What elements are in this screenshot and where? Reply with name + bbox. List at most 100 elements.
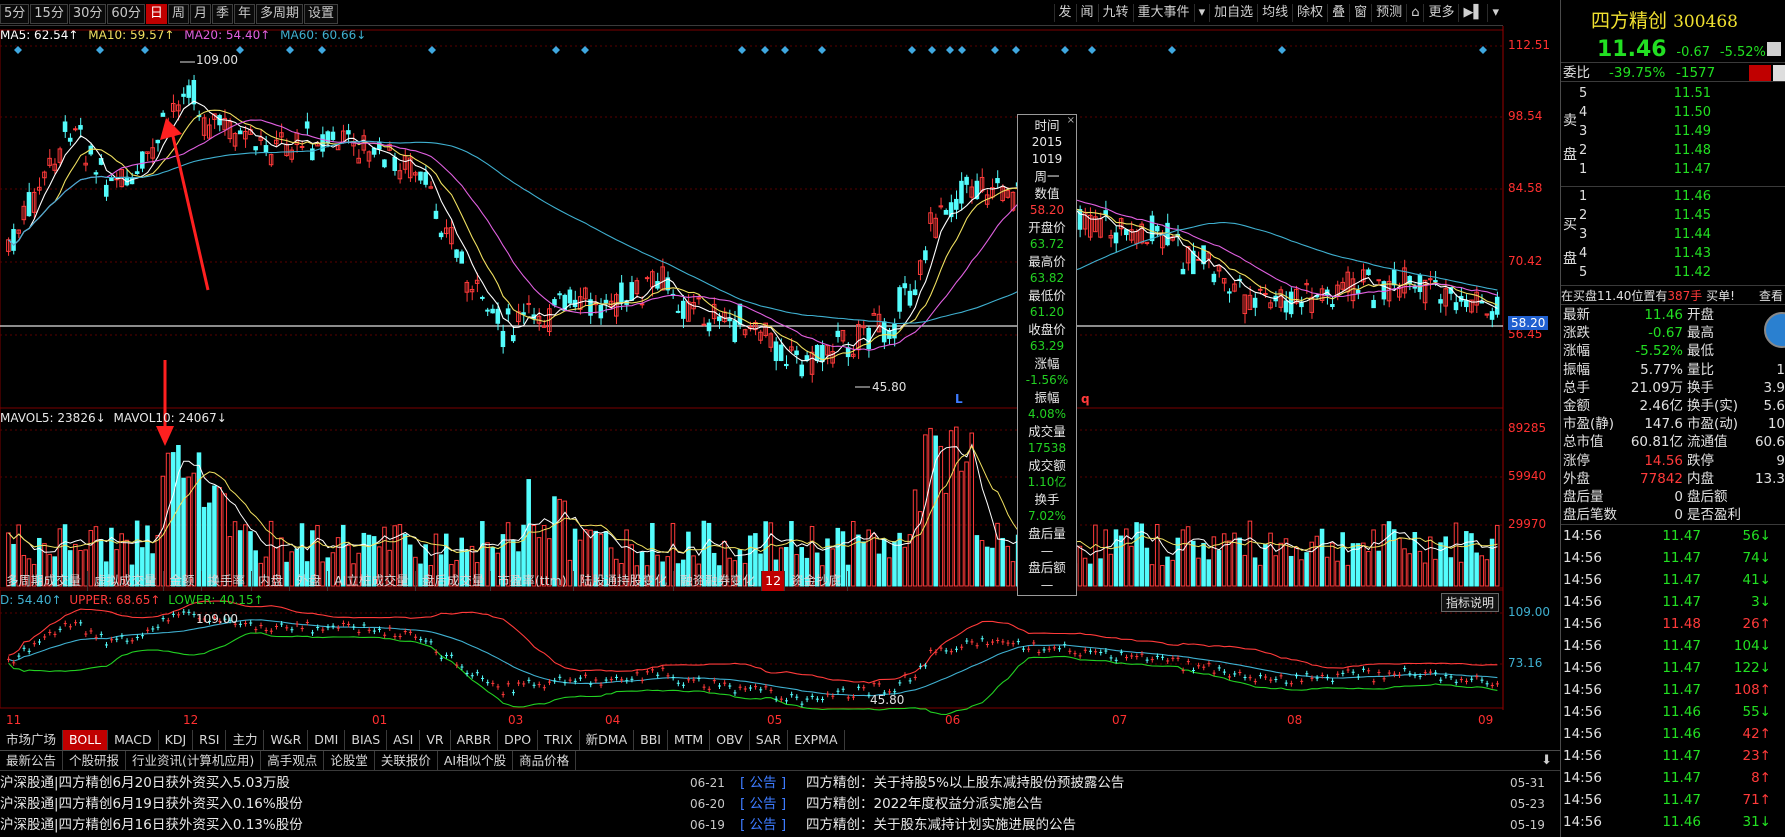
bid-price[interactable]: 11.43 xyxy=(1651,244,1711,264)
panel-close-icon[interactable] xyxy=(1773,65,1785,81)
x-tick: 01 xyxy=(372,713,388,727)
period-button-3[interactable]: 60分 xyxy=(107,4,145,24)
indicator-tab-6[interactable]: W&R xyxy=(264,730,309,750)
volume-tab-9[interactable]: 陆股通持股变化 xyxy=(574,571,675,591)
period-button-7[interactable]: 季 xyxy=(211,4,233,24)
period-button-5[interactable]: 周 xyxy=(167,4,189,24)
tool-button-3[interactable]: 重大事件 xyxy=(1132,4,1194,22)
period-button-6[interactable]: 月 xyxy=(189,4,211,24)
bid-price[interactable]: 11.44 xyxy=(1651,225,1711,245)
tick-row: 14:56 11.47 23↑ xyxy=(1561,745,1785,767)
event-marker-l[interactable]: L xyxy=(955,392,963,406)
bid-price[interactable]: 11.42 xyxy=(1651,263,1711,283)
volume-tab-11[interactable]: 资金抄底 xyxy=(785,571,849,591)
ask-price[interactable]: 11.48 xyxy=(1651,141,1711,161)
tick-time: 14:56 xyxy=(1563,704,1602,720)
period-button-10[interactable]: 设置 xyxy=(304,4,339,24)
indicator-tab-14[interactable]: 新DMA xyxy=(580,730,635,750)
event-marker-q[interactable]: q xyxy=(1081,392,1090,406)
period-button-0[interactable]: 5分 xyxy=(0,4,30,24)
tool-button-10[interactable]: 预测 xyxy=(1371,4,1406,22)
tool-button-9[interactable]: 窗 xyxy=(1349,4,1371,22)
indicator-tab-0[interactable]: 市场广场 xyxy=(0,730,64,750)
indicator-tab-5[interactable]: 主力 xyxy=(226,730,265,750)
ask-price[interactable]: 11.51 xyxy=(1651,84,1711,104)
announcement-link[interactable]: 四方精创：关于持股5%以上股东减持股份预披露公告 xyxy=(806,773,1124,794)
tool-button-5[interactable]: 加自选 xyxy=(1209,4,1257,22)
ask-price[interactable]: 11.47 xyxy=(1651,160,1711,180)
tool-button-12[interactable]: 更多 xyxy=(1423,4,1458,22)
tool-button-8[interactable]: 叠 xyxy=(1327,4,1349,22)
volume-tab-6[interactable]: AI立桩成交量 xyxy=(328,571,416,591)
bid-price[interactable]: 11.46 xyxy=(1651,187,1711,207)
tool-button-6[interactable]: 均线 xyxy=(1257,4,1292,22)
volume-tab-5[interactable]: 外盘 xyxy=(290,571,329,591)
news-link[interactable]: 沪深股通|四方精创6月16日获外资买入0.13%股份 xyxy=(0,815,303,836)
volume-tab-3[interactable]: 换手率 xyxy=(202,571,253,591)
volume-tab-1[interactable]: 虚拟成交量 xyxy=(88,571,164,591)
indicator-tab-4[interactable]: RSI xyxy=(193,730,227,750)
indicator-tab-18[interactable]: SAR xyxy=(750,730,789,750)
volume-tab-8[interactable]: 市盈率(ttm) xyxy=(491,571,574,591)
indicator-tab-13[interactable]: TRIX xyxy=(538,730,580,750)
tick-time: 14:56 xyxy=(1563,616,1602,632)
indicator-tab-12[interactable]: DPO xyxy=(498,730,539,750)
indicator-tab-11[interactable]: ARBR xyxy=(451,730,499,750)
indicator-tab-10[interactable]: VR xyxy=(420,730,451,750)
news-tab-6[interactable]: AI相似个股 xyxy=(438,751,514,770)
tool-button-7[interactable]: 除权 xyxy=(1292,4,1327,22)
tool-button-0[interactable]: 发 xyxy=(1053,4,1076,22)
period-button-2[interactable]: 30分 xyxy=(68,4,107,24)
indicator-explain-button[interactable]: 指标说明 xyxy=(1441,593,1500,612)
announcement-link[interactable]: 四方精创：关于股东减持计划实施进展的公告 xyxy=(806,815,1076,836)
announcement-link[interactable]: 四方精创：2022年度权益分派实施公告 xyxy=(806,794,1043,815)
period-button-1[interactable]: 15分 xyxy=(30,4,68,24)
ask-price[interactable]: 11.49 xyxy=(1651,122,1711,142)
more-icon[interactable] xyxy=(1767,42,1781,56)
indicator-tab-15[interactable]: BBI xyxy=(634,730,668,750)
news-link[interactable]: 沪深股通|四方精创6月20日获外资买入5.03万股 xyxy=(0,773,290,794)
news-tab-4[interactable]: 论股堂 xyxy=(324,751,375,770)
indicator-tab-1[interactable]: BOLL xyxy=(63,730,109,750)
sell-button[interactable] xyxy=(1749,65,1771,81)
volume-tab-4[interactable]: 内盘 xyxy=(252,571,291,591)
news-tab-3[interactable]: 高手观点 xyxy=(261,751,325,770)
stat-value: 2.46亿 xyxy=(1639,398,1683,414)
tool-button-1[interactable]: 闻 xyxy=(1075,4,1098,22)
close-icon[interactable]: × xyxy=(1067,115,1075,127)
indicator-tab-16[interactable]: MTM xyxy=(668,730,711,750)
tool-button-2[interactable]: 九转 xyxy=(1097,4,1133,22)
kline-chart[interactable] xyxy=(0,26,1560,831)
indicator-tab-9[interactable]: ASI xyxy=(387,730,421,750)
news-link[interactable]: 沪深股通|四方精创6月19日获外资买入0.16%股份 xyxy=(0,794,303,815)
bid-price[interactable]: 11.45 xyxy=(1651,206,1711,226)
indicator-tab-8[interactable]: BIAS xyxy=(345,730,388,750)
order-note-link[interactable]: 查看 xyxy=(1759,286,1783,304)
tool-button-4[interactable]: ▾ xyxy=(1193,4,1210,22)
ask-price[interactable]: 11.50 xyxy=(1651,103,1711,123)
indicator-tab-17[interactable]: OBV xyxy=(710,730,750,750)
indicator-tab-2[interactable]: MACD xyxy=(108,730,159,750)
tick-volume: 74↓ xyxy=(1742,550,1772,566)
news-tab-1[interactable]: 个股研报 xyxy=(63,751,127,770)
y-tick: 59940 xyxy=(1508,469,1547,483)
period-button-9[interactable]: 多周期 xyxy=(256,4,304,24)
news-tab-7[interactable]: 商品价格 xyxy=(513,751,577,770)
download-icon[interactable]: ⬇ xyxy=(1541,753,1552,768)
indicator-tab-7[interactable]: DMI xyxy=(308,730,346,750)
news-tab-5[interactable]: 关联报价 xyxy=(375,751,438,770)
period-button-8[interactable]: 年 xyxy=(233,4,255,24)
volume-tab-7[interactable]: 盘后成交量 xyxy=(416,571,492,591)
volume-tab-10[interactable]: 融资融券变化 xyxy=(674,571,763,591)
tool-button-13[interactable]: ▶▌ xyxy=(1458,4,1487,22)
tooltip-value: 2015 xyxy=(1031,135,1063,149)
period-button-4[interactable]: 日 xyxy=(145,4,167,24)
indicator-tab-19[interactable]: EXPMA xyxy=(788,730,845,750)
volume-tab-2[interactable]: 金额 xyxy=(164,571,202,591)
indicator-tab-3[interactable]: KDJ xyxy=(159,730,194,750)
volume-tab-0[interactable]: 多周期成交量 xyxy=(0,571,89,591)
news-tab-0[interactable]: 最新公告 xyxy=(0,751,64,770)
tool-button-14[interactable]: ▾ xyxy=(1487,4,1503,22)
news-tab-2[interactable]: 行业资讯(计算机应用) xyxy=(126,751,262,770)
tool-button-11[interactable]: ⌂ xyxy=(1406,4,1423,22)
